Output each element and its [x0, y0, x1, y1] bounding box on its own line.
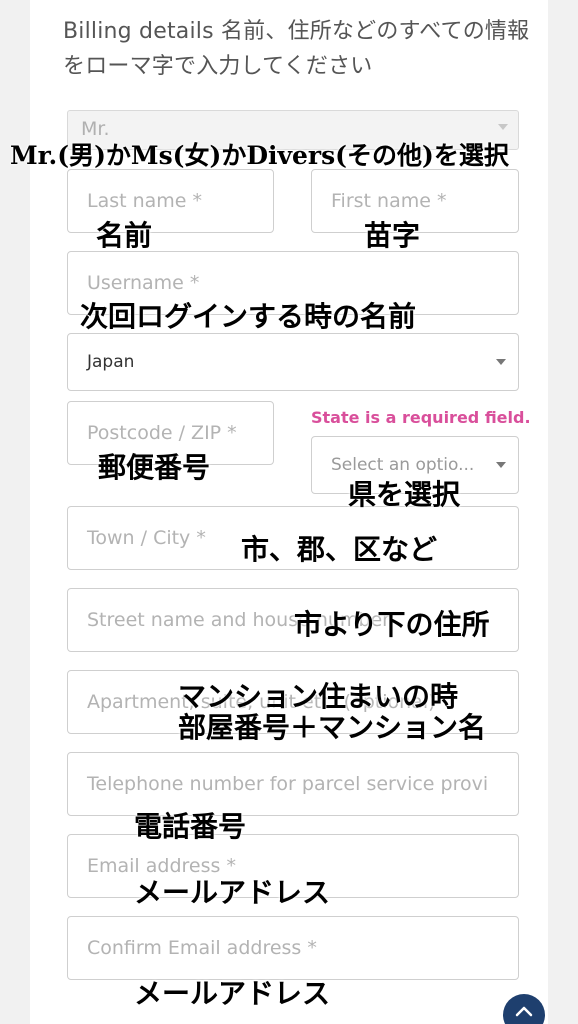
email-annotation: メールアドレス [134, 876, 331, 909]
town-annotation: 市、郡、区など [241, 533, 438, 566]
postcode-annotation: 郵便番号 [98, 451, 211, 484]
last-name-annotation: 名前 [96, 219, 153, 252]
chevron-down-icon [496, 359, 506, 365]
state-select-value: Select an optio... [331, 455, 475, 475]
chevron-down-icon [496, 462, 506, 468]
title-select-value: Mr. [81, 118, 110, 140]
username-annotation: 次回ログインする時の名前 [80, 300, 417, 333]
telephone-input[interactable]: Telephone number for parcel service prov… [67, 752, 519, 816]
state-error-message: State is a required field. [311, 408, 531, 427]
chevron-down-icon [498, 124, 508, 130]
chevron-up-icon [515, 1006, 533, 1017]
telephone-annotation: 電話番号 [134, 810, 247, 843]
state-annotation: 県を選択 [348, 478, 461, 511]
first-name-annotation: 苗字 [364, 219, 421, 252]
apartment-annotation-line2: 部屋番号＋マンション名 [178, 711, 487, 744]
country-select[interactable]: Japan [67, 333, 519, 391]
billing-heading: Billing details 名前、住所などのすべての情報をローマ字で入力して… [63, 19, 530, 79]
title-annotation: Mr.(男)かMs(女)かDivers(その他)を選択 [10, 141, 509, 170]
country-select-value: Japan [87, 352, 135, 372]
street-annotation: 市より下の住所 [294, 608, 490, 641]
confirm-email-annotation: メールアドレス [134, 977, 331, 1010]
confirm-email-input[interactable]: Confirm Email address * [67, 916, 519, 980]
apartment-annotation-line1: マンション住まいの時 [178, 680, 459, 713]
